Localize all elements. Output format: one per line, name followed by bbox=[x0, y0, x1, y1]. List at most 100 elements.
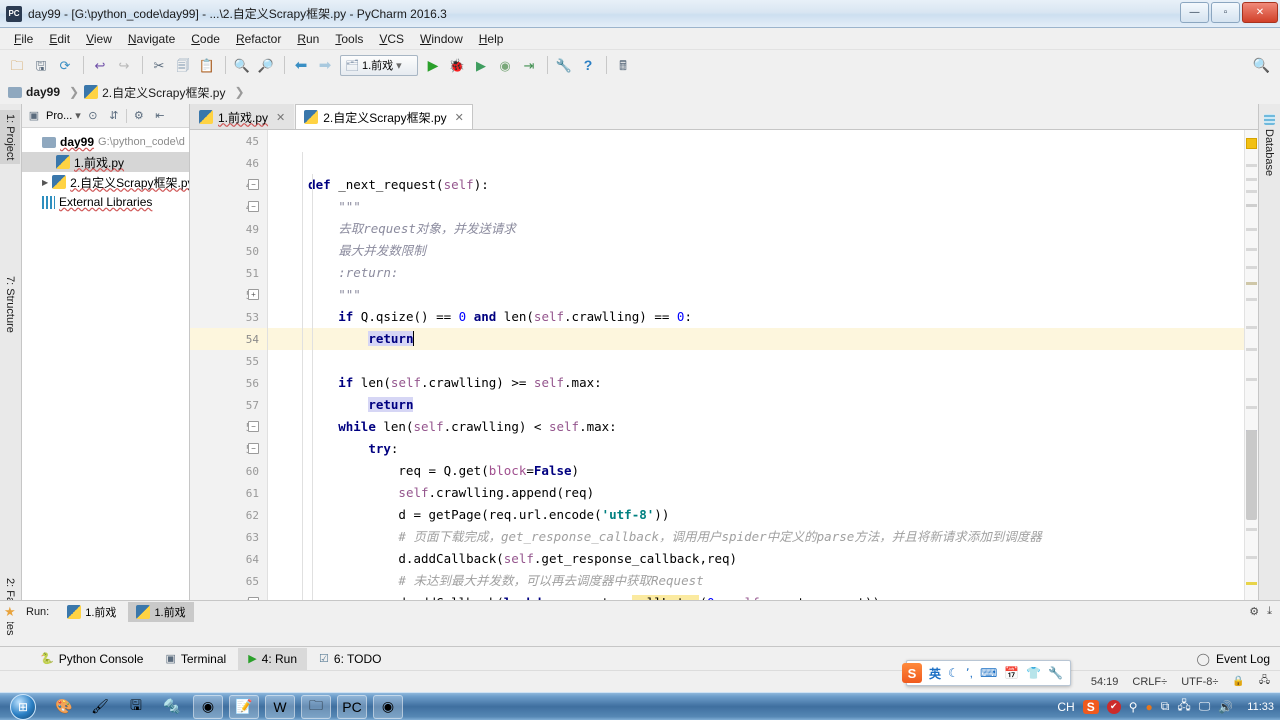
taskbar-media-icon[interactable]: 🎨 bbox=[49, 695, 79, 719]
taskbar-word-icon[interactable]: W bbox=[265, 694, 295, 719]
volume-tray-icon[interactable]: 🔊 bbox=[1218, 700, 1233, 714]
taskbar-notepad-icon[interactable]: 📝 bbox=[229, 694, 259, 719]
code-line-52[interactable]: """ bbox=[268, 284, 1244, 306]
back-icon[interactable]: ⬅ bbox=[290, 54, 312, 76]
network-tools-tray-icon[interactable]: ⚲ bbox=[1129, 700, 1138, 714]
tree-item-3[interactable]: External Libraries bbox=[22, 192, 189, 212]
code-line-62[interactable]: d = getPage(req.url.encode('utf-8')) bbox=[268, 504, 1244, 526]
code-line-54[interactable]: return bbox=[268, 328, 1244, 350]
taskbar-chrome-icon[interactable]: ◉ bbox=[193, 694, 223, 719]
code-line-47[interactable]: def _next_request(self): bbox=[268, 174, 1244, 196]
project-view-caret[interactable]: ▾ bbox=[75, 109, 81, 122]
breadcrumb-root[interactable]: day99 bbox=[8, 85, 64, 99]
run-configuration-selector[interactable]: 🗂 1.前戏 ▾ bbox=[340, 54, 418, 76]
taskbar-save-icon[interactable]: 🖫 bbox=[121, 695, 151, 719]
breadcrumb-file[interactable]: 2.自定义Scrapy框架.py bbox=[84, 84, 229, 101]
rail-tab-structure[interactable]: 7: Structure bbox=[0, 272, 20, 337]
update-project-icon[interactable]: 🖩 bbox=[612, 54, 634, 76]
taskbar-pycharm-dark-icon[interactable]: PC bbox=[337, 694, 367, 719]
code-line-45[interactable] bbox=[268, 130, 1244, 152]
run-button[interactable]: ▶ bbox=[422, 54, 444, 76]
code-line-57[interactable]: return bbox=[268, 394, 1244, 416]
coverage-button[interactable]: ▶ bbox=[470, 54, 492, 76]
antivirus-tray-icon[interactable]: ✔ bbox=[1106, 699, 1121, 714]
lock-icon[interactable]: 🔒 bbox=[1232, 676, 1244, 687]
close-icon[interactable]: ✕ bbox=[455, 111, 464, 124]
line-separator[interactable]: CRLF÷ bbox=[1132, 676, 1167, 688]
event-log-button[interactable]: ◯ Event Log bbox=[1197, 652, 1280, 666]
paste-icon[interactable]: 📋 bbox=[196, 54, 218, 76]
close-button[interactable]: ✕ bbox=[1242, 2, 1278, 23]
fold-marker-59[interactable]: − bbox=[248, 443, 259, 454]
rail-tab-project[interactable]: 1: Project bbox=[0, 110, 20, 165]
code-line-65[interactable]: # 未达到最大并发数，可以再去调度器中获取Request bbox=[268, 570, 1244, 592]
menu-item-view[interactable]: View bbox=[78, 30, 120, 48]
taskbar-pycharm-icon[interactable]: ◉ bbox=[373, 694, 403, 719]
menu-item-vcs[interactable]: VCS bbox=[371, 30, 412, 48]
editor-gutter[interactable]: 454647−48−49505152+535455565758−59−60616… bbox=[190, 130, 268, 622]
menu-item-code[interactable]: Code bbox=[183, 30, 228, 48]
keyboard-icon[interactable]: ⌨ bbox=[980, 666, 997, 680]
taskbar-tool-icon[interactable]: 🔩 bbox=[157, 695, 187, 719]
code-line-50[interactable]: 最大并发数限制 bbox=[268, 240, 1244, 262]
editor-tab-0[interactable]: 1.前戏.py ✕ bbox=[190, 104, 295, 129]
fold-marker-58[interactable]: − bbox=[248, 421, 259, 432]
tree-expand-arrow[interactable]: ▶ bbox=[42, 178, 48, 187]
taskbar-explorer-icon[interactable]: 🗀 bbox=[301, 694, 331, 719]
run-with-console-button[interactable]: ⇥ bbox=[518, 54, 540, 76]
collapse-all-icon[interactable]: ⇵ bbox=[105, 107, 123, 125]
file-encoding[interactable]: UTF-8÷ bbox=[1181, 676, 1218, 688]
editor-scrollbar[interactable] bbox=[1244, 130, 1258, 622]
project-view-label[interactable]: Pro... bbox=[46, 110, 72, 122]
find-icon[interactable]: 🔍 bbox=[231, 54, 253, 76]
gear-icon[interactable]: ⚙ bbox=[130, 107, 148, 125]
vcs-icon[interactable]: 🖧 bbox=[1259, 673, 1270, 690]
code-line-60[interactable]: req = Q.get(block=False) bbox=[268, 460, 1244, 482]
hide-icon[interactable]: ⤓ bbox=[1267, 605, 1272, 618]
tree-item-1[interactable]: 1.前戏.py bbox=[22, 152, 189, 172]
cut-icon[interactable]: ✂ bbox=[148, 54, 170, 76]
code-line-63[interactable]: # 页面下载完成，get_response_callback，调用用户spide… bbox=[268, 526, 1244, 548]
menu-item-window[interactable]: Window bbox=[412, 30, 471, 48]
settings-icon[interactable]: ⚙ bbox=[1249, 605, 1259, 618]
menu-item-run[interactable]: Run bbox=[289, 30, 327, 48]
ime-mode-label[interactable]: 英 bbox=[929, 665, 941, 682]
fold-marker-52[interactable]: + bbox=[248, 289, 259, 300]
code-line-64[interactable]: d.addCallback(self.get_response_callback… bbox=[268, 548, 1244, 570]
ime-toolbar[interactable]: S 英 ☾ ٬, ⌨ 📅 👕 🔧 bbox=[902, 660, 1072, 686]
caret-position[interactable]: 54:19 bbox=[1091, 676, 1119, 688]
network-tray-icon[interactable]: 🖧 bbox=[1177, 696, 1190, 717]
editor-tab-1[interactable]: 2.自定义Scrapy框架.py ✕ bbox=[295, 104, 473, 129]
start-button[interactable]: ⊞ bbox=[0, 693, 46, 720]
moon-icon[interactable]: ☾ bbox=[948, 666, 959, 680]
menu-item-navigate[interactable]: Navigate bbox=[120, 30, 183, 48]
replace-icon[interactable]: 🔎 bbox=[255, 54, 277, 76]
help-icon[interactable]: ? bbox=[577, 54, 599, 76]
settings-icon[interactable]: 🔧 bbox=[553, 54, 575, 76]
code-line-49[interactable]: 去取request对象，并发送请求 bbox=[268, 218, 1244, 240]
redo-icon[interactable]: ↪ bbox=[113, 54, 135, 76]
code-line-59[interactable]: try: bbox=[268, 438, 1244, 460]
code-line-56[interactable]: if len(self.crawlling) >= self.max: bbox=[268, 372, 1244, 394]
save-all-icon[interactable]: 🖫 bbox=[30, 54, 52, 76]
language-indicator[interactable]: CH bbox=[1057, 700, 1074, 714]
copy-icon[interactable]: 🗐 bbox=[172, 54, 194, 76]
fold-marker-47[interactable]: − bbox=[248, 179, 259, 190]
hide-icon[interactable]: ⇤ bbox=[151, 107, 169, 125]
run-strip-tab-1[interactable]: 1.前戏 bbox=[128, 601, 194, 622]
favorites-icon[interactable]: ★ bbox=[4, 604, 16, 620]
menu-item-help[interactable]: Help bbox=[471, 30, 512, 48]
taskbar-paint-icon[interactable]: 🖌 bbox=[85, 695, 115, 719]
code-area[interactable]: def _next_request(self): """ 去取request对象… bbox=[268, 130, 1244, 622]
sogou-tray-icon[interactable]: S bbox=[1082, 699, 1099, 714]
comma-icon[interactable]: ٬, bbox=[966, 666, 973, 680]
search-everywhere-icon[interactable]: 🔍 bbox=[1253, 57, 1270, 74]
skin-icon[interactable]: 👕 bbox=[1026, 666, 1041, 680]
minimize-button[interactable]: — bbox=[1180, 2, 1209, 23]
code-line-48[interactable]: """ bbox=[268, 196, 1244, 218]
orange-tray-icon[interactable]: ● bbox=[1146, 700, 1153, 714]
tree-item-2[interactable]: ▶ 2.自定义Scrapy框架.py bbox=[22, 172, 189, 192]
menu-item-tools[interactable]: Tools bbox=[327, 30, 371, 48]
menu-item-refactor[interactable]: Refactor bbox=[228, 30, 289, 48]
profile-button[interactable]: ◉ bbox=[494, 54, 516, 76]
